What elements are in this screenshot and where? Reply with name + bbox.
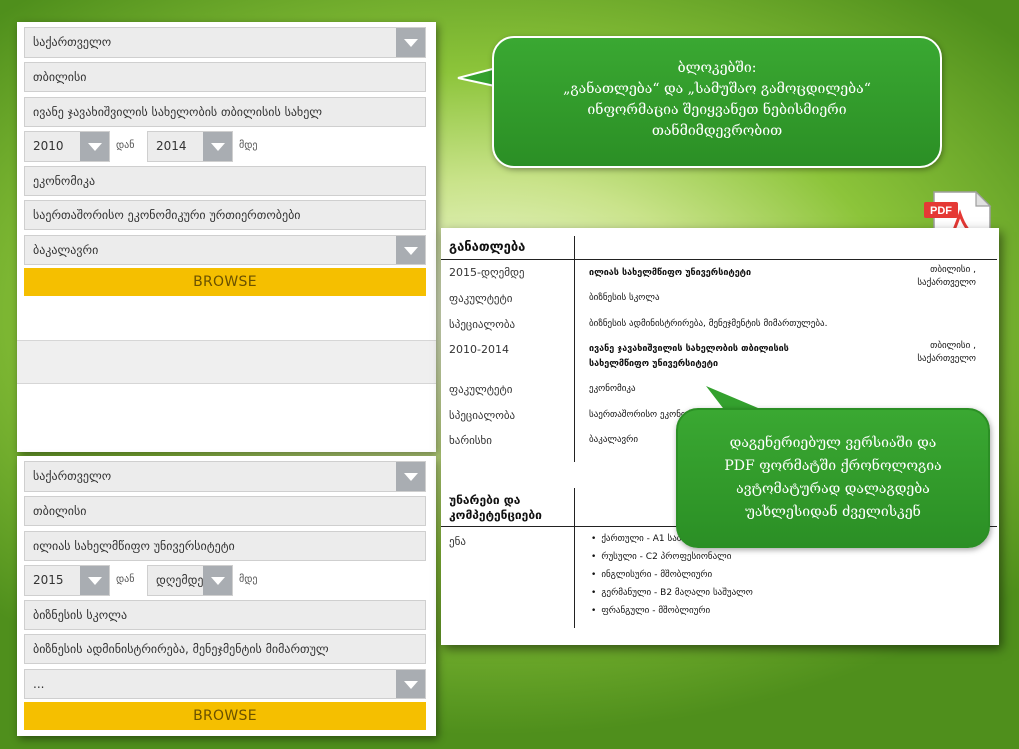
year-to-value: 2014	[156, 139, 187, 153]
pdf-icon-label: PDF	[930, 205, 952, 217]
cv-skills-heading: უნარები და კომპეტენციები	[449, 493, 542, 523]
degree-select-value: ბაკალავრი	[33, 243, 99, 257]
callout-line: PDF ფორმატში ქრონოლოგია	[724, 458, 942, 474]
country-select[interactable]: საქართველო	[24, 27, 426, 58]
year-from-value: 2015	[33, 573, 64, 587]
cv-education-heading: განათლება	[449, 240, 526, 255]
cv-entry-location: თბილისი , საქართველო	[891, 340, 976, 366]
degree-select[interactable]: ბაკალავრი	[24, 235, 426, 265]
year-from-select[interactable]: 2010	[24, 131, 110, 162]
callout-line: ინფორმაცია შეიყვანეთ ნებისმიერი	[587, 102, 847, 118]
callout-line: ბლოკებში:	[677, 60, 757, 76]
to-label: მდე	[239, 574, 258, 585]
callout-line: დაგენერიებულ ვერსიაში და	[729, 435, 937, 451]
chevron-down-icon[interactable]	[396, 462, 425, 491]
chevron-down-icon[interactable]	[396, 236, 425, 264]
education-form-panel-top: საქართველო თბილისი ივანე ჯავახიშვილის სა…	[17, 22, 436, 452]
education-form-panel-bottom: საქართველო თბილისი ილიას სახელმწიფო უნივ…	[17, 456, 436, 736]
cv-entry-period: 2015-დღემდე	[449, 266, 525, 279]
form-separator	[17, 340, 436, 384]
cv-column-divider	[574, 236, 575, 462]
from-label: დან	[116, 574, 135, 585]
year-from-select[interactable]: 2015	[24, 565, 110, 596]
chevron-down-icon[interactable]	[396, 670, 425, 698]
degree-select-value: ...	[33, 677, 45, 691]
year-to-select[interactable]: დღემდე	[147, 565, 233, 596]
callout-line: უახლესიდან ძველისკენ	[745, 504, 921, 520]
cv-degree-label: ხარისხი	[449, 434, 492, 447]
cv-faculty-label: ფაკულტეტი	[449, 383, 513, 396]
cv-entry-city: თბილისი ,	[930, 265, 976, 275]
cv-language-item: რუსული - C2 პროფესიონალი	[591, 552, 731, 562]
callout-line: თანმიმდევრობით	[651, 123, 783, 139]
from-label: დან	[116, 140, 135, 151]
cv-skills-heading-line: კომპეტენციები	[449, 508, 542, 522]
cv-entry-institution: ივანე ჯავახიშვილის სახელობის თბილისის სა…	[589, 342, 789, 372]
year-to-select[interactable]: 2014	[147, 131, 233, 162]
cv-entry-country: საქართველო	[917, 278, 976, 288]
cv-specialty-value: ბიზნესის ადმინისტრირება, მენეჯმენტის მიმ…	[589, 319, 828, 329]
chevron-down-icon[interactable]	[396, 28, 425, 57]
cv-entry-country: საქართველო	[917, 354, 976, 364]
cv-faculty-value: ბიზნესის სკოლა	[589, 293, 660, 303]
browse-button[interactable]: BROWSE	[24, 702, 426, 730]
university-input[interactable]: ივანე ჯავახიშვილის სახელობის თბილისის სა…	[24, 97, 426, 127]
cv-entry-city: თბილისი ,	[930, 341, 976, 351]
cv-language-item: ინგლისური - მშობლიური	[591, 570, 712, 580]
university-input[interactable]: ილიას სახელმწიფო უნივერსიტეტი	[24, 531, 426, 561]
specialty-input[interactable]: ბიზნესის ადმინისტრირება, მენეჯმენტის მიმ…	[24, 634, 426, 664]
city-input[interactable]: თბილისი	[24, 62, 426, 92]
year-from-value: 2010	[33, 139, 64, 153]
cv-language-item: გერმანული - B2 მაღალი საშუალო	[591, 588, 752, 598]
callout-line: ავტომატურად დალაგდება	[736, 481, 930, 497]
callout-chronology-info: დაგენერიებულ ვერსიაში და PDF ფორმატში ქრ…	[676, 408, 990, 548]
faculty-input[interactable]: ბიზნესის სკოლა	[24, 600, 426, 630]
to-label: მდე	[239, 140, 258, 151]
cv-section-rule	[441, 259, 997, 260]
cv-specialty-label: სპეციალობა	[449, 409, 516, 422]
year-to-value: დღემდე	[156, 573, 204, 587]
cv-language-item: ფრანგული - მშობლიური	[591, 606, 710, 616]
faculty-input[interactable]: ეკონომიკა	[24, 166, 426, 196]
cv-skills-heading-line: უნარები და	[449, 493, 521, 507]
cv-entry-institution: ილიას სახელმწიფო უნივერსიტეტი	[589, 268, 752, 278]
cv-entry-institution-line: ივანე ჯავახიშვილის სახელობის თბილისის	[589, 344, 789, 354]
country-select-value: საქართველო	[33, 469, 112, 483]
chevron-down-icon[interactable]	[203, 132, 232, 161]
cv-degree-value: ბაკალავრი	[589, 435, 638, 445]
degree-select[interactable]: ...	[24, 669, 426, 699]
chevron-down-icon[interactable]	[80, 566, 109, 595]
chevron-down-icon[interactable]	[80, 132, 109, 161]
cv-faculty-label: ფაკულტეტი	[449, 292, 513, 305]
chevron-down-icon[interactable]	[203, 566, 232, 595]
cv-entry-period: 2010-2014	[449, 343, 509, 356]
callout-order-info: ბლოკებში: „განათლება“ და „სამუშაო გამოცდ…	[492, 36, 942, 168]
cv-entry-location: თბილისი , საქართველო	[891, 264, 976, 290]
cv-specialty-label: სპეციალობა	[449, 318, 516, 331]
cv-column-divider	[574, 488, 575, 628]
cv-faculty-value: ეკონომიკა	[589, 384, 636, 394]
city-input[interactable]: თბილისი	[24, 496, 426, 526]
browse-button[interactable]: BROWSE	[24, 268, 426, 296]
cv-entry-institution-line: სახელმწიფო უნივერსიტეტი	[589, 359, 719, 369]
country-select-value: საქართველო	[33, 35, 112, 49]
specialty-input[interactable]: საერთაშორისო ეკონომიკური ურთიერთობები	[24, 200, 426, 230]
country-select[interactable]: საქართველო	[24, 461, 426, 492]
cv-language-label: ენა	[449, 535, 466, 548]
callout-line: „განათლება“ და „სამუშაო გამოცდილება“	[563, 81, 871, 97]
